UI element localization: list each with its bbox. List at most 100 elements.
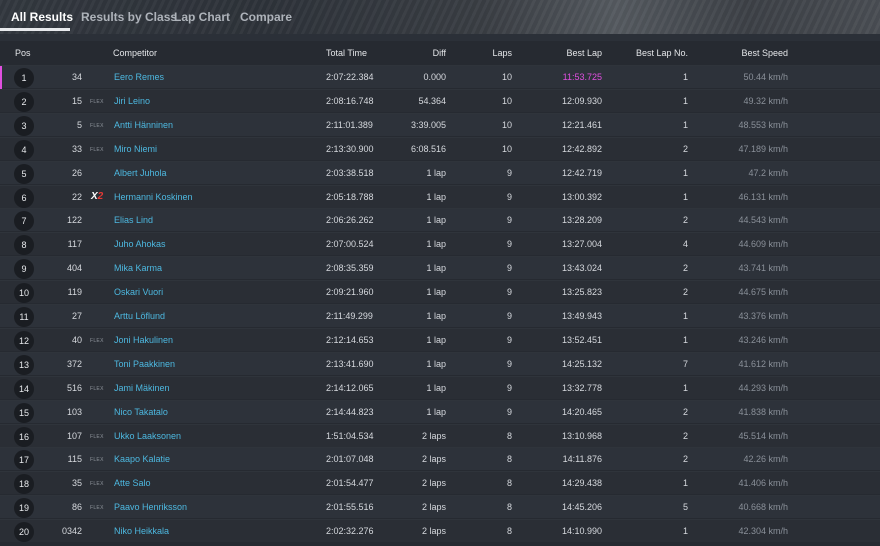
active-tab-indicator — [0, 28, 70, 31]
best-lap-value: 14:10.990 — [561, 526, 602, 537]
laps-value: 10 — [501, 119, 512, 130]
total-time: 2:11:49.299 — [326, 311, 373, 321]
laps-value: 9 — [506, 287, 512, 298]
diff-value: 1 lap — [426, 311, 446, 321]
competitor-name-link[interactable]: Niko Heikkala — [114, 526, 169, 536]
table-row[interactable]: 18 35 FLEX Atte Salo 2:01:54.477 2 laps 8 14:29… — [0, 471, 880, 495]
competitor-number: 26 — [71, 167, 82, 178]
header-best-speed[interactable]: Best Speed — [700, 48, 788, 58]
best-speed-value: 43.376 km/h — [738, 311, 788, 321]
competitor-name-link[interactable]: Juho Ahokas — [114, 239, 166, 249]
diff-value: 2 laps — [421, 502, 446, 513]
tab-results-by-class[interactable]: Results by Class — [81, 0, 177, 31]
diff-value: 1 lap — [426, 358, 446, 369]
position-badge: 15 — [14, 402, 34, 423]
table-row[interactable]: 17 115 FLEX Kaapo Kalatie 2:01:07.048 2 laps 8… — [0, 447, 880, 471]
table-row[interactable]: 11 27 Arttu Löflund 2:11:49.299 1 lap 9 13:49.… — [0, 304, 880, 327]
competitor-name-link[interactable]: Kaapo Kalatie — [114, 454, 170, 464]
competitor-name-link[interactable]: Toni Paakkinen — [114, 359, 175, 369]
table-row[interactable]: 8 117 Juho Ahokas 2:07:00.524 1 lap 9 13:27.00… — [0, 232, 880, 256]
table-row[interactable]: 13 372 Toni Paakkinen 2:13:41.690 1 lap 9 14:2… — [0, 351, 880, 375]
header-competitor[interactable]: Competitor — [113, 48, 157, 58]
table-row[interactable]: 19 86 FLEX Paavo Henriksson 2:01:55.516 2 lap… — [0, 495, 880, 519]
competitor-number: 0342 — [61, 526, 82, 537]
best-speed-value: 42.26 km/h — [743, 454, 788, 465]
laps-value: 9 — [506, 263, 512, 274]
competitor-name-link[interactable]: Jami Mäkinen — [114, 383, 170, 393]
best-lap-number: 7 — [682, 358, 688, 369]
header-pos[interactable]: Pos — [15, 48, 31, 58]
best-speed-value: 44.543 km/h — [738, 215, 788, 226]
table-row[interactable]: 10 119 Oskari Vuori 2:09:21.960 1 lap 9 13:25.… — [0, 280, 880, 304]
competitor-name-link[interactable]: Joni Hakulinen — [114, 335, 173, 345]
tab-compare[interactable]: Compare — [240, 0, 292, 31]
total-time: 2:03:38.518 — [326, 167, 374, 178]
competitor-name-link[interactable]: Atte Salo — [114, 478, 151, 488]
best-speed-value: 44.609 km/h — [738, 239, 788, 250]
best-lap-value: 12:42.892 — [561, 143, 602, 154]
best-lap-number: 1 — [682, 478, 688, 489]
position-badge: 19 — [14, 498, 34, 519]
competitor-name-link[interactable]: Albert Juhola — [114, 168, 167, 178]
laps-value: 9 — [506, 382, 512, 393]
table-row[interactable]: 12 40 FLEX Joni Hakulinen 2:12:14.653 1 lap 9 1… — [0, 327, 880, 351]
table-row[interactable]: 15 103 Nico Takatalo 2:14:44.823 1 lap 9 14:20… — [0, 399, 880, 423]
tab-all-results[interactable]: All Results — [11, 0, 73, 31]
diff-value: 3:39.005 — [410, 119, 446, 130]
total-time: 2:01:54.477 — [326, 478, 374, 489]
best-speed-value: 44.293 km/h — [738, 382, 788, 393]
table-row[interactable]: 4 33 FLEX Miro Niemi 2:13:30.900 6:08.516 10 12… — [0, 136, 880, 160]
laps-value: 10 — [501, 95, 512, 106]
diff-value: 0.000 — [423, 72, 446, 82]
table-row[interactable]: 9 404 Mika Karma 2:08:35.359 1 lap 9 13:43.024… — [0, 256, 880, 280]
table-row[interactable]: 2 15 FLEX Jiri Leino 2:08:16.748 54.364 10 12:0… — [0, 88, 880, 112]
competitor-number: 122 — [66, 215, 82, 226]
competitor-name-link[interactable]: Arttu Löflund — [114, 311, 165, 321]
table-row[interactable]: 1 34 Eero Remes 2:07:22.384 0.000 10 11:53.725… — [0, 65, 880, 89]
competitor-name-link[interactable]: Mika Karma — [114, 263, 162, 273]
flex-class-badge: FLEX — [90, 433, 104, 440]
position-badge: 5 — [14, 163, 34, 184]
competitor-name-link[interactable]: Nico Takatalo — [114, 407, 168, 417]
table-row[interactable]: 6 22 X2 Hermanni Koskinen 2:05:18.788 1 lap 9 1… — [0, 184, 880, 208]
header-total-time[interactable]: Total Time — [326, 48, 367, 58]
competitor-name-link[interactable]: Antti Hänninen — [114, 120, 173, 130]
header-best-lap[interactable]: Best Lap — [532, 48, 602, 58]
table-row[interactable]: 16 107 FLEX Ukko Laaksonen 1:51:04.534 2 laps… — [0, 423, 880, 447]
best-lap-number: 1 — [682, 334, 688, 345]
table-header: Pos Competitor Total Time Diff Laps Best… — [0, 41, 880, 65]
diff-value: 2 laps — [421, 526, 446, 537]
table-row[interactable]: 14 516 FLEX Jami Mäkinen 2:14:12.065 1 lap 9 13… — [0, 375, 880, 399]
total-time: 2:01:55.516 — [326, 502, 374, 513]
position-badge: 9 — [14, 259, 34, 280]
competitor-name-link[interactable]: Oskari Vuori — [114, 287, 163, 297]
best-speed-value: 42.304 km/h — [738, 526, 788, 537]
table-row[interactable]: 7 122 Elias Lind 2:06:26.262 1 lap 9 13:28.209… — [0, 208, 880, 232]
position-badge: 8 — [14, 235, 34, 256]
competitor-name-link[interactable]: Hermanni Koskinen — [114, 192, 193, 202]
competitor-number: 35 — [71, 478, 82, 489]
results-table: Pos Competitor Total Time Diff Laps Best… — [0, 41, 880, 546]
best-speed-value: 44.675 km/h — [738, 287, 788, 298]
laps-value: 9 — [506, 406, 512, 417]
competitor-name-link[interactable]: Ukko Laaksonen — [114, 431, 181, 441]
competitor-name-link[interactable]: Elias Lind — [114, 215, 153, 225]
header-diff[interactable]: Diff — [386, 48, 446, 58]
header-best-lap-no[interactable]: Best Lap No. — [598, 48, 688, 58]
competitor-number: 107 — [66, 430, 82, 441]
best-speed-value: 48.553 km/h — [738, 119, 788, 130]
table-row[interactable]: 5 26 Albert Juhola 2:03:38.518 1 lap 9 12:42.7… — [0, 160, 880, 184]
position-badge: 20 — [14, 522, 34, 543]
header-laps[interactable]: Laps — [452, 48, 512, 58]
competitor-number: 103 — [66, 406, 82, 417]
table-row[interactable]: 3 5 FLEX Antti Hänninen 2:11:01.389 3:39.005 1… — [0, 112, 880, 136]
position-badge: 16 — [14, 426, 34, 447]
laps-value: 8 — [506, 430, 512, 441]
competitor-name-link[interactable]: Eero Remes — [114, 72, 164, 82]
table-row[interactable]: 20 0342 Niko Heikkala 2:02:32.276 2 laps 8 14:… — [0, 519, 880, 543]
competitor-name-link[interactable]: Miro Niemi — [114, 144, 157, 154]
competitor-name-link[interactable]: Jiri Leino — [114, 96, 150, 106]
tab-lap-chart[interactable]: Lap Chart — [174, 0, 230, 31]
competitor-name-link[interactable]: Paavo Henriksson — [114, 502, 187, 512]
total-time: 2:11:01.389 — [326, 119, 373, 130]
